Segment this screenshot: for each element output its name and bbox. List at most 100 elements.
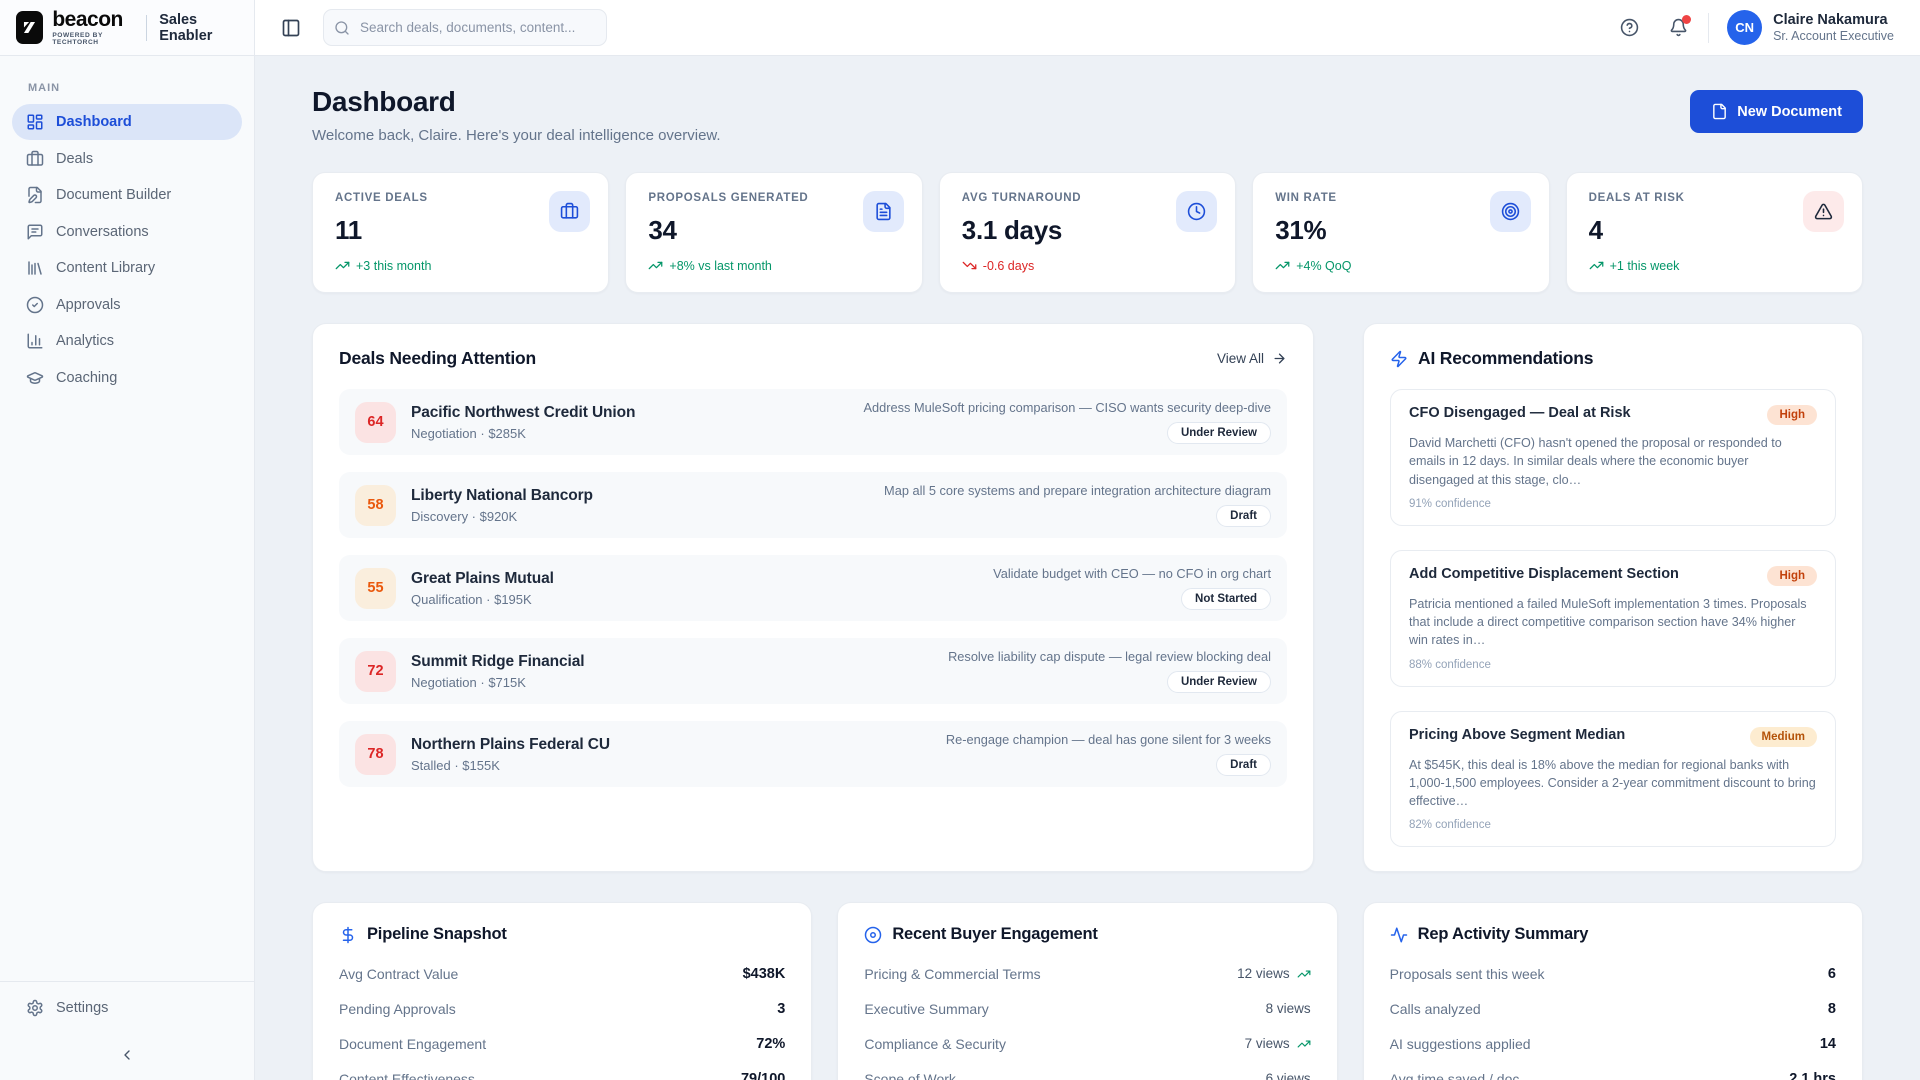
deal-action: Validate budget with CEO — no CFO in org… (993, 566, 1271, 581)
panel-title: Pipeline Snapshot (367, 925, 507, 944)
stat-card-win-rate: WIN RATE 31% +4% QoQ (1252, 172, 1550, 293)
deal-meta: Qualification · $195K (411, 591, 532, 607)
user-role: Sr. Account Executive (1773, 28, 1894, 43)
deal-name: Liberty National Bancorp (411, 486, 593, 504)
ai-card-body: David Marchetti (CFO) hasn't opened the … (1409, 436, 1782, 487)
deal-action: Re-engage champion — deal has gone silen… (945, 732, 1271, 747)
sidebar-item-dashboard[interactable]: Dashboard (12, 104, 242, 140)
sidebar-item-conversations[interactable]: Conversations (12, 214, 242, 250)
deal-name: Summit Ridge Financial (411, 652, 585, 670)
sidebar-item-label: Approvals (56, 296, 121, 313)
priority-badge: High (1767, 405, 1817, 425)
settings-label: Settings (56, 1000, 109, 1016)
sidebar-item-label: Deals (56, 150, 94, 167)
deal-meta: Stalled · $155K (411, 757, 500, 773)
stat-trend: +8% vs last month (648, 258, 899, 273)
arrow-right-icon (1272, 351, 1287, 366)
gear-icon (26, 999, 44, 1017)
activity-icon (1390, 926, 1408, 944)
deal-row-pacific-northwest[interactable]: 64 Pacific Northwest Credit Union Negoti… (339, 389, 1287, 455)
deal-name: Pacific Northwest Credit Union (411, 403, 636, 421)
priority-badge: High (1767, 565, 1817, 586)
sidebar-item-settings[interactable]: Settings (12, 990, 242, 1026)
deal-row-liberty-national[interactable]: 58 Liberty National Bancorp Discovery · … (339, 472, 1287, 538)
sidebar-item-deals[interactable]: Deals (12, 141, 242, 177)
sidebar-item-coaching[interactable]: Coaching (12, 360, 242, 396)
sidebar-item-label: Coaching (56, 369, 118, 386)
nav-section-label: MAIN (28, 82, 61, 94)
status-badge: Draft (1216, 505, 1271, 527)
file-text-icon (862, 191, 904, 232)
deal-row-summit-ridge[interactable]: 72 Summit Ridge Financial Negotiation · … (339, 638, 1287, 704)
deal-action: Resolve liability cap dispute — legal re… (948, 649, 1271, 664)
stat-card-proposals-generated: PROPOSALS GENERATED 34 +8% vs last month (625, 172, 923, 293)
sidebar-item-approvals[interactable]: Approvals (12, 287, 242, 323)
avatar[interactable]: CN (1727, 10, 1763, 45)
metric-row: Calls analyzed 8 (1389, 1000, 1836, 1017)
metric-row: Content Effectiveness 79/100 (339, 1070, 786, 1080)
divider (1708, 12, 1710, 43)
circle-dot-icon (864, 926, 882, 944)
deal-score-badge: 72 (355, 650, 396, 692)
user-info[interactable]: Claire Nakamura Sr. Account Executive (1773, 12, 1894, 43)
stat-trend: +1 this week (1589, 258, 1840, 273)
sidebar-footer: Settings (0, 981, 254, 1080)
recent-buyer-engagement-panel: Recent Buyer Engagement Pricing & Commer… (837, 902, 1338, 1080)
graduation-cap-icon (26, 369, 44, 387)
page-subtitle: Welcome back, Claire. Here's your deal i… (312, 127, 721, 144)
ai-card-title: Add Competitive Displacement Section (1409, 565, 1679, 582)
dashboard-content: Dashboard Welcome back, Claire. Here's y… (255, 56, 1920, 1080)
stat-trend: +4% QoQ (1275, 258, 1526, 273)
ai-card-cfo-disengaged: CFO Disengaged — Deal at Risk High David… (1390, 389, 1836, 526)
dollar-sign-icon (339, 926, 357, 944)
search-input[interactable] (323, 9, 607, 46)
deal-row-great-plains[interactable]: 55 Great Plains Mutual Qualification · $… (339, 555, 1287, 621)
stat-card-deals-at-risk: DEALS AT RISK 4 +1 this week (1565, 172, 1863, 293)
deal-meta: Negotiation · $715K (411, 674, 526, 690)
chart-column-icon (26, 332, 44, 350)
sidebar-item-label: Analytics (56, 333, 115, 349)
briefcase-icon (26, 150, 44, 168)
logo-tagline: POWERED BY TECHTORCH (52, 31, 103, 46)
sidebar-nav: MAIN Dashboard Deals Document Builder Co… (0, 56, 254, 981)
bell-icon[interactable] (1669, 15, 1692, 37)
deal-name: Great Plains Mutual (411, 569, 554, 587)
view-all-link[interactable]: View All (1217, 351, 1287, 366)
deal-meta: Negotiation · $285K (411, 425, 526, 441)
sidebar-toggle-icon[interactable] (281, 18, 301, 38)
ai-card-title: Pricing Above Segment Median (1409, 726, 1626, 743)
new-document-button[interactable]: New Document (1690, 90, 1863, 133)
sidebar-item-analytics[interactable]: Analytics (12, 323, 242, 359)
sidebar-item-label: Dashboard (56, 114, 132, 130)
sidebar-item-label: Document Builder (56, 187, 172, 203)
message-square-icon (26, 223, 44, 241)
target-icon (1489, 191, 1531, 232)
trending-up-icon (1589, 258, 1604, 273)
ai-card-pricing-above-median: Pricing Above Segment Median Medium At $… (1390, 710, 1836, 848)
ai-confidence: 82% confidence (1409, 819, 1491, 832)
sidebar-item-label: Conversations (56, 223, 149, 240)
metric-row: Scope of Work 6 views (864, 1070, 1311, 1080)
metric-row: Pending Approvals 3 (339, 1000, 786, 1017)
ai-confidence: 88% confidence (1409, 658, 1491, 671)
deal-score-badge: 64 (355, 401, 396, 443)
divider (146, 14, 148, 41)
panel-title: AI Recommendations (1418, 348, 1594, 368)
ai-card-competitive-displacement: Add Competitive Displacement Section Hig… (1390, 549, 1836, 687)
ai-card-body: Patricia mentioned a failed MuleSoft imp… (1409, 596, 1807, 648)
trending-up-icon (1275, 258, 1290, 273)
sidebar-item-label: Content Library (56, 260, 156, 276)
deal-row-northern-plains[interactable]: 78 Northern Plains Federal CU Stalled · … (339, 721, 1287, 787)
help-icon[interactable] (1620, 18, 1639, 37)
sidebar-item-document-builder[interactable]: Document Builder (12, 177, 242, 213)
file-pen-icon (26, 186, 44, 204)
notification-dot (1682, 15, 1692, 24)
deal-name: Northern Plains Federal CU (411, 735, 610, 753)
brand-header: beacon POWERED BY TECHTORCH Sales Enable… (0, 0, 254, 56)
sidebar-collapse-button[interactable] (112, 1040, 142, 1070)
topbar: CN Claire Nakamura Sr. Account Executive (255, 0, 1920, 56)
deal-score-badge: 78 (355, 733, 396, 775)
alert-triangle-icon (1802, 191, 1844, 232)
sidebar-item-content-library[interactable]: Content Library (12, 250, 242, 286)
briefcase-icon (549, 191, 591, 232)
